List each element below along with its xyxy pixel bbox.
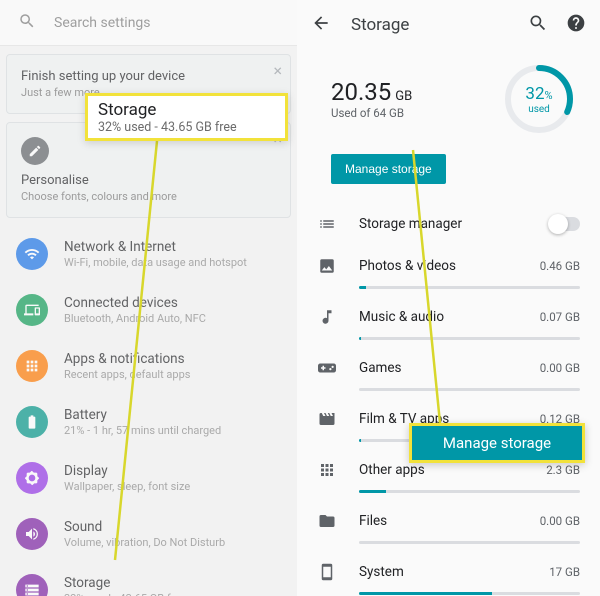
help-icon[interactable] [566,13,586,37]
item-sub: Wallpaper, sleep, font size [64,480,190,493]
setting-item-display[interactable]: DisplayWallpaper, sleep, font size [0,450,297,506]
usage-summary: 20.35 GB Used of 64 GB 32% used [297,50,600,146]
usage-ring: 32% used [502,62,576,136]
movie-icon [317,409,337,429]
callout-storage: Storage 32% used - 43.65 GB free [85,93,288,141]
item-sub: 32% used - 43.65 GB free [64,592,186,596]
folder-icon [317,511,337,531]
storage-categories: Storage manager Photos & videos 0.46 GB … [297,202,600,595]
storage-row-files[interactable]: Files 0.00 GB [297,501,600,533]
item-sub: Bluetooth, Android Auto, NFC [64,312,206,325]
apps-grid-icon [317,460,337,480]
row-size: 2.3 GB [546,463,580,477]
item-title: Connected devices [64,295,206,311]
wifi-icon [16,238,48,270]
devices-icon [16,294,48,326]
used-sub: Used of 64 GB [331,106,480,120]
setting-item-sound[interactable]: SoundVolume, vibration, Do Not Disturb [0,506,297,562]
percent-sym: % [545,89,553,102]
settings-pane: Search settings × Finish setting up your… [0,0,297,596]
item-title: Sound [64,519,225,535]
setting-item-storage[interactable]: Storage32% used - 43.65 GB free [0,562,297,596]
phone-icon [317,562,337,582]
search-placeholder: Search settings [54,15,151,31]
volume-icon [16,518,48,550]
setting-item-network[interactable]: Network & InternetWi-Fi, mobile, data us… [0,226,297,282]
personalise-sub: Choose fonts, colours and more [21,190,276,203]
search-icon[interactable] [528,13,548,37]
personalise-title: Personalise [21,173,276,188]
storage-topbar: Storage [297,0,600,50]
page-title: Storage [351,15,508,35]
storage-manager-row[interactable]: Storage manager [297,202,600,246]
row-size: 0.00 GB [540,361,580,375]
setting-item-devices[interactable]: Connected devicesBluetooth, Android Auto… [0,282,297,338]
item-sub: 21% - 1 hr, 57 mins until charged [64,424,221,437]
apps-icon [16,350,48,382]
row-size: 0.07 GB [540,310,580,324]
used-value: 20.35 [331,78,391,106]
item-sub: Wi-Fi, mobile, data usage and hotspot [64,256,247,269]
item-sub: Recent apps, default apps [64,368,190,381]
manage-storage-button[interactable]: Manage storage [331,154,446,184]
row-label: Files [359,513,518,529]
percent: 32 [525,84,544,104]
row-label: Music & audio [359,309,518,325]
item-title: Network & Internet [64,239,247,255]
row-label: Games [359,360,518,376]
item-title: Battery [64,407,221,423]
item-title: Storage [64,575,186,591]
setup-title: Finish setting up your device [21,69,276,84]
callout-btn-label: Manage storage [443,434,551,452]
item-title: Apps & notifications [64,351,190,367]
close-icon[interactable]: × [273,61,282,80]
row-size: 0.00 GB [540,514,580,528]
list-icon [317,214,337,234]
search-bar[interactable]: Search settings [0,0,297,46]
row-label: System [359,564,527,580]
photo-icon [317,256,337,276]
storage-pane: Storage 20.35 GB Used of 64 GB 32% used M… [297,0,600,596]
music-icon [317,307,337,327]
storage-row-games[interactable]: Games 0.00 GB [297,348,600,380]
row-size: 0.46 GB [540,259,580,273]
search-icon [18,12,36,34]
used-unit: GB [395,89,412,104]
storage-row-music[interactable]: Music & audio 0.07 GB [297,297,600,329]
item-sub: Volume, vibration, Do Not Disturb [64,536,225,549]
pencil-icon [21,137,49,165]
percent-label: used [528,104,550,115]
brightness-icon [16,462,48,494]
row-size: 17 GB [549,565,580,579]
callout-manage-storage: Manage storage [409,423,585,463]
storage-row-system[interactable]: System 17 GB [297,552,600,584]
setting-item-battery[interactable]: Battery21% - 1 hr, 57 mins until charged [0,394,297,450]
item-title: Display [64,463,190,479]
storage-icon [16,574,48,596]
toggle[interactable] [550,217,580,231]
battery-icon [16,406,48,438]
gamepad-icon [317,358,337,378]
settings-list: Network & InternetWi-Fi, mobile, data us… [0,226,297,596]
row-label: Storage manager [359,216,528,232]
setting-item-apps[interactable]: Apps & notificationsRecent apps, default… [0,338,297,394]
callout-title: Storage [98,100,275,120]
row-label: Other apps [359,462,524,478]
callout-sub: 32% used - 43.65 GB free [98,120,275,135]
row-label: Photos & videos [359,258,518,274]
back-icon[interactable] [311,13,331,37]
storage-row-photos[interactable]: Photos & videos 0.46 GB [297,246,600,278]
